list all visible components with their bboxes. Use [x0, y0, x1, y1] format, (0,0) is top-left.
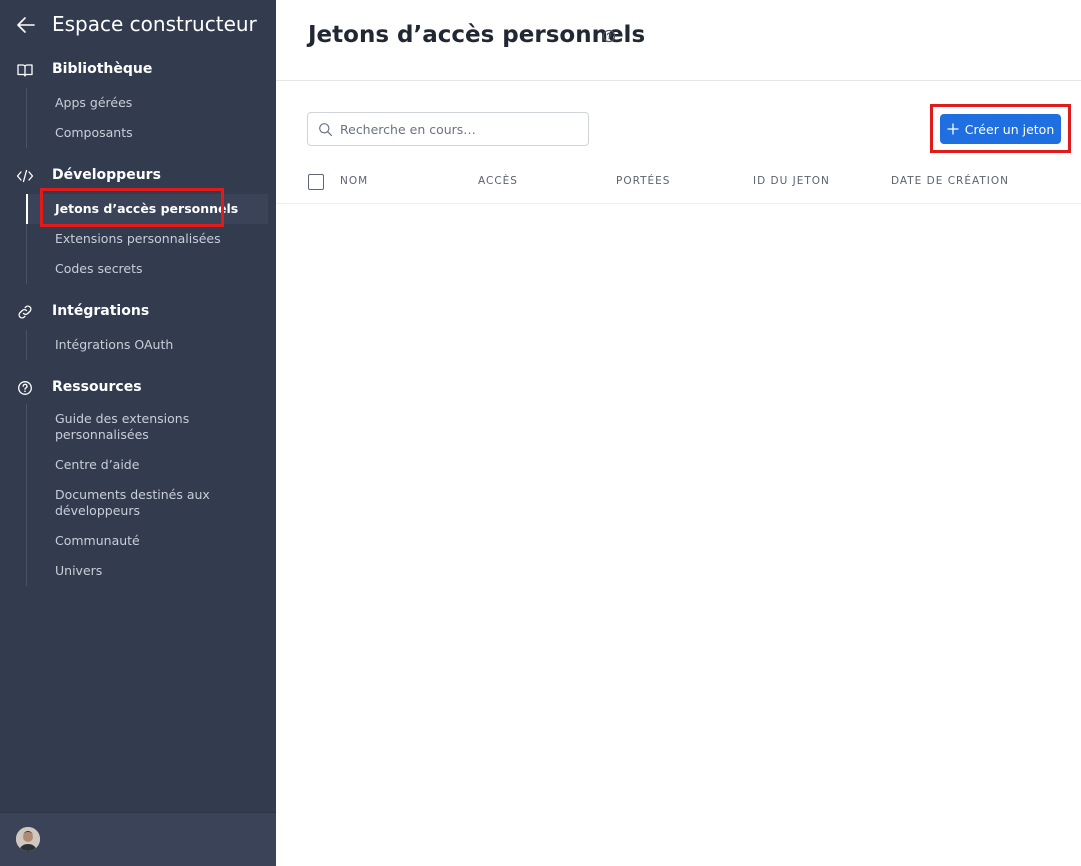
section-label-integrations: Intégrations: [52, 303, 150, 319]
sidebar-item-univers[interactable]: Univers: [27, 556, 242, 586]
sub-list-bibliotheque: Apps gérées Composants: [26, 88, 276, 148]
link-icon: [18, 305, 32, 319]
section-head-bibliotheque[interactable]: Bibliothèque: [0, 58, 276, 82]
sidebar-item-oauth[interactable]: Intégrations OAuth: [27, 330, 242, 360]
help-icon[interactable]: [602, 29, 616, 43]
section-developpeurs: Développeurs Jetons d’accès personnels E…: [0, 164, 276, 284]
app-root: Espace constructeur Bibliothèque Apps gé…: [0, 0, 1081, 866]
code-icon: [16, 169, 34, 183]
plus-icon: [947, 123, 959, 135]
search-box: [307, 112, 589, 146]
sidebar-title: Espace constructeur: [52, 12, 257, 36]
sidebar-header: Espace constructeur: [0, 8, 276, 42]
sub-list-integrations: Intégrations OAuth: [26, 330, 276, 360]
search-input[interactable]: [340, 119, 580, 139]
sidebar-item-apps-gerees[interactable]: Apps gérées: [27, 88, 242, 118]
table-header: NOM ACCÈS PORTÉES ID DU JETON DATE DE CR…: [276, 162, 1081, 204]
section-head-ressources[interactable]: Ressources: [0, 376, 276, 400]
sub-list-ressources: Guide des extensions personnalisées Cent…: [26, 404, 276, 586]
sidebar-item-guide-extensions[interactable]: Guide des extensions personnalisées: [27, 404, 242, 450]
sidebar-item-documents-dev[interactable]: Documents destinés aux développeurs: [27, 480, 242, 526]
column-header-acces[interactable]: ACCÈS: [478, 175, 518, 187]
section-label-bibliotheque: Bibliothèque: [52, 61, 153, 77]
user-area: [0, 812, 276, 866]
sidebar-item-communaute[interactable]: Communauté: [27, 526, 242, 556]
main-content: Jetons d’accès personnels Créer un jeton: [276, 0, 1081, 866]
section-head-integrations[interactable]: Intégrations: [0, 300, 276, 324]
question-circle-icon: [18, 381, 32, 395]
search-icon: [319, 123, 332, 136]
sidebar-item-codes-secrets[interactable]: Codes secrets: [27, 254, 242, 284]
sidebar-item-composants[interactable]: Composants: [27, 118, 242, 148]
section-integrations: Intégrations Intégrations OAuth: [0, 300, 276, 360]
column-header-id-jeton[interactable]: ID DU JETON: [753, 175, 830, 187]
column-header-portees[interactable]: PORTÉES: [616, 175, 670, 187]
section-ressources: Ressources Guide des extensions personna…: [0, 376, 276, 586]
page-header: Jetons d’accès personnels: [276, 0, 1081, 81]
sidebar-item-jetons-acces[interactable]: Jetons d’accès personnels: [26, 194, 268, 224]
section-bibliotheque: Bibliothèque Apps gérées Composants: [0, 58, 276, 148]
sub-list-developpeurs: Jetons d’accès personnels Extensions per…: [26, 194, 276, 284]
sidebar-item-extensions[interactable]: Extensions personnalisées: [27, 224, 242, 254]
avatar[interactable]: [16, 827, 40, 851]
user-avatar-icon: [16, 827, 40, 851]
create-token-button[interactable]: Créer un jeton: [940, 114, 1061, 144]
select-all-checkbox[interactable]: [308, 174, 324, 190]
book-icon: [17, 64, 33, 77]
column-header-nom[interactable]: NOM: [340, 175, 368, 187]
column-header-date-creation[interactable]: DATE DE CRÉATION: [891, 175, 1009, 187]
section-head-developpeurs[interactable]: Développeurs: [0, 164, 276, 188]
back-arrow-icon[interactable]: [14, 13, 38, 37]
sidebar: Espace constructeur Bibliothèque Apps gé…: [0, 0, 276, 866]
section-label-developpeurs: Développeurs: [52, 167, 161, 183]
page-title: Jetons d’accès personnels: [308, 22, 646, 48]
sidebar-item-centre-aide[interactable]: Centre d’aide: [27, 450, 242, 480]
section-label-ressources: Ressources: [52, 379, 142, 395]
create-token-label: Créer un jeton: [964, 121, 1055, 137]
